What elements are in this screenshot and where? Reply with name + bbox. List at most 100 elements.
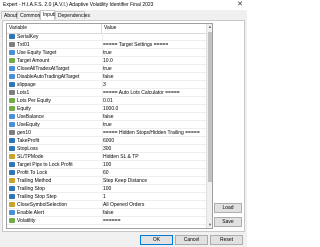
table-row[interactable]: Lots Per Equity 0.01 [7, 97, 206, 105]
variable-value[interactable]: 3 [103, 81, 205, 89]
variable-value[interactable]: All Opened Orders [103, 201, 205, 209]
variable-value[interactable]: 100 [103, 161, 205, 169]
cancel-button[interactable]: Cancel [175, 235, 208, 245]
table-row[interactable]: Lots1 ===== Auto Lots Calculator ===== [7, 89, 206, 97]
table-row[interactable]: Target Pips to Lock Profit 100 [7, 161, 206, 169]
int-type-icon [9, 186, 15, 191]
table-row[interactable]: Trailing Method Step Keep Distance [7, 177, 206, 185]
variable-value[interactable]: 1000.0 [103, 105, 205, 113]
table-row[interactable]: TakeProfit 6000 [7, 137, 206, 145]
ok-button[interactable]: OK [140, 235, 173, 245]
variable-value[interactable]: false [103, 73, 205, 81]
tab-about[interactable]: About [1, 11, 17, 19]
enum-type-icon [9, 202, 15, 207]
int-type-icon [9, 194, 15, 199]
window-title: Expert - H.I.A.F.S. 2.0 (A.V.I.) Adaptiv… [3, 2, 154, 8]
tab-common[interactable]: Common [17, 11, 40, 19]
variable-value[interactable]: 6000 [103, 137, 205, 145]
column-header-value[interactable]: Value [102, 24, 206, 33]
variable-name: Trailing Stop Step [17, 194, 57, 200]
variable-value[interactable]: ===== Target Settings ===== [103, 41, 205, 49]
variable-name: Txt01 [17, 42, 30, 48]
string-type-icon [9, 42, 15, 47]
double-type-icon [9, 58, 15, 63]
table-row[interactable]: CloseSymbolSelection All Opened Orders [7, 201, 206, 209]
variable-name: UseEquity [17, 122, 40, 128]
variable-name: Lots1 [17, 90, 30, 96]
int-type-icon [9, 162, 15, 167]
chevron-up-icon[interactable]: ▲ [207, 24, 212, 30]
variable-value[interactable]: Step Keep Distance [103, 177, 205, 185]
table-row[interactable]: Equity 1000.0 [7, 105, 206, 113]
int-type-icon [9, 82, 15, 87]
column-header-variable[interactable]: Variable [7, 24, 102, 33]
variable-value[interactable]: Hidden SL & TP [103, 153, 205, 161]
table-row[interactable]: gen10 ===== Hidden Stops/Hidden Trailing … [7, 129, 206, 137]
tab-strip: About Common Inputs Dependencies [0, 10, 247, 20]
bool-type-icon [9, 50, 15, 55]
variable-name: Target Amount [17, 58, 50, 64]
title-bar: Expert - H.I.A.F.S. 2.0 (A.V.I.) Adaptiv… [0, 0, 247, 10]
variable-value[interactable]: false [103, 209, 205, 217]
int-type-icon [9, 34, 15, 39]
variable-name: CloseAllTradesAtTarget [17, 66, 70, 72]
table-row[interactable]: CloseAllTradesAtTarget true [7, 65, 206, 73]
variable-value[interactable]: true [103, 49, 205, 57]
chevron-down-icon[interactable]: ▼ [207, 222, 212, 228]
enum-type-icon [9, 154, 15, 159]
variable-value[interactable]: 100 [103, 185, 205, 193]
variable-name: Target Pips to Lock Profit [17, 162, 73, 168]
double-type-icon [9, 106, 15, 111]
variable-name: DisableAutoTradingAtTarget [17, 74, 80, 80]
variable-name: UseBalance [17, 114, 44, 120]
table-row[interactable]: Target Amount 10.0 [7, 57, 206, 65]
variable-name: TakeProfit [17, 138, 40, 144]
load-button[interactable]: Load [214, 203, 242, 213]
table-row[interactable]: SerialKey [7, 33, 206, 41]
table-row[interactable]: slippage 3 [7, 81, 206, 89]
expert-properties-dialog: Expert - H.I.A.F.S. 2.0 (A.V.I.) Adaptiv… [0, 0, 247, 247]
variable-name: SerialKey [17, 34, 39, 40]
save-button[interactable]: Save [214, 217, 242, 227]
variable-value[interactable]: 0.01 [103, 97, 205, 105]
variable-value[interactable] [103, 33, 205, 41]
int-type-icon [9, 146, 15, 151]
variable-name: Enable Alert [17, 210, 44, 216]
tab-inputs[interactable]: Inputs [40, 10, 57, 20]
variable-value[interactable]: 1 [103, 193, 205, 201]
enum-type-icon [9, 178, 15, 183]
variable-value[interactable]: false [103, 113, 205, 121]
variable-value[interactable]: ===== Auto Lots Calculator ===== [103, 89, 205, 97]
scrollbar-thumb[interactable] [208, 32, 212, 182]
vertical-scrollbar[interactable]: ▲ ▼ [206, 24, 212, 228]
table-row[interactable]: Enable Alert false [7, 209, 206, 217]
variable-value[interactable]: 300 [103, 145, 205, 153]
bool-type-icon [9, 66, 15, 71]
variable-value[interactable]: ====== [103, 217, 205, 225]
variable-name: Trailing Method [17, 178, 52, 184]
bool-type-icon [9, 74, 15, 79]
close-icon[interactable]: ✕ [236, 1, 244, 9]
variable-value[interactable]: 10.0 [103, 57, 205, 65]
table-row[interactable]: Profit To Lock 60 [7, 169, 206, 177]
table-row[interactable]: DisableAutoTradingAtTarget false [7, 73, 206, 81]
table-row[interactable]: Trailing Stop Step 1 [7, 193, 206, 201]
string-type-icon [9, 130, 15, 135]
table-row[interactable]: Volatility ====== [7, 217, 206, 225]
variable-name: Volatility [17, 218, 36, 224]
variable-name: Use Equity Target [17, 50, 57, 56]
table-row[interactable]: Trailing Stop 100 [7, 185, 206, 193]
table-row[interactable]: StopLoss 300 [7, 145, 206, 153]
table-row[interactable]: UseEquity true [7, 121, 206, 129]
variable-value[interactable]: 60 [103, 169, 205, 177]
table-row[interactable]: UseBalance false [7, 113, 206, 121]
variable-value[interactable]: true [103, 121, 205, 129]
tab-dependencies[interactable]: Dependencies [55, 11, 90, 19]
table-row[interactable]: Txt01 ===== Target Settings ===== [7, 41, 206, 49]
variable-value[interactable]: ===== Hidden Stops/Hidden Trailing ===== [103, 129, 205, 137]
reset-button[interactable]: Reset [210, 235, 243, 245]
table-row[interactable]: SL/TPMode Hidden SL & TP [7, 153, 206, 161]
table-row[interactable]: Use Equity Target true [7, 49, 206, 57]
variable-value[interactable]: true [103, 65, 205, 73]
variable-name: Lots Per Equity [17, 98, 51, 104]
